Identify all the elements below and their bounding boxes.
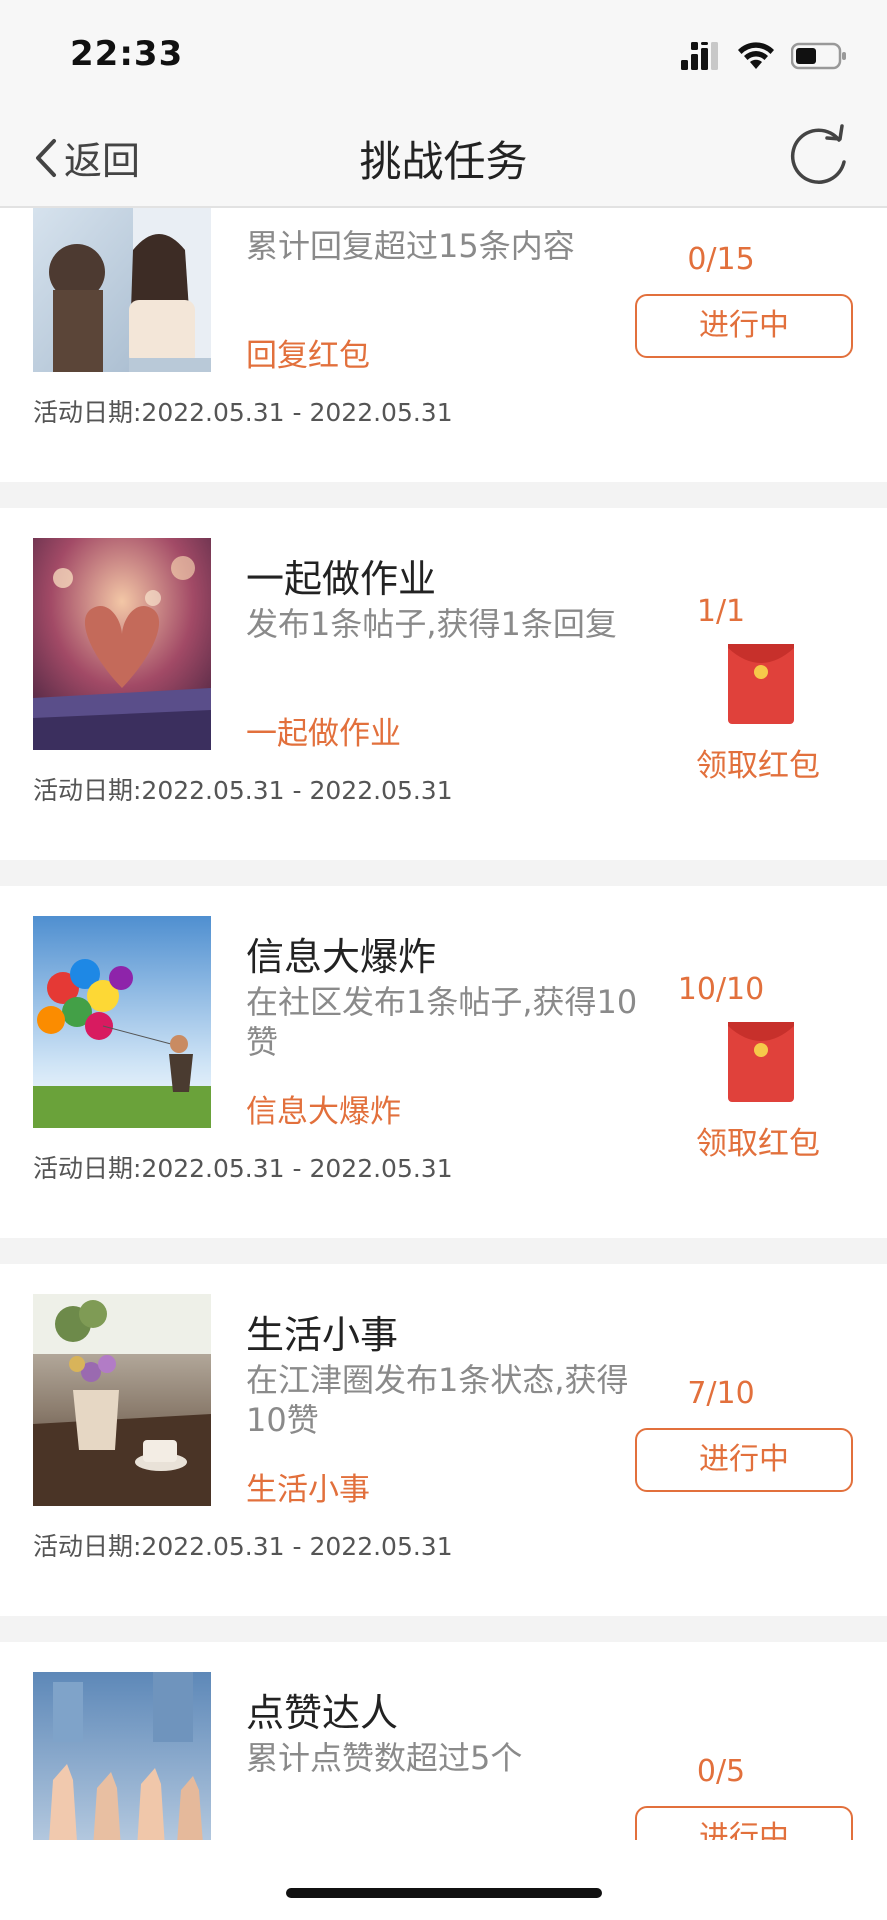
page-title: 挑战任务 (359, 137, 528, 186)
in-progress-button[interactable]: 进行中 (635, 1806, 853, 1840)
task-title: 信息大爆炸 (246, 935, 437, 979)
bottom-safe-area (0, 1840, 887, 1920)
task-card[interactable]: 点赞达人 累计点赞数超过5个 0/5 进行中 (0, 1642, 887, 1840)
task-card[interactable]: 生活小事 在江津圈发布1条状态,获得10赞 生活小事 活动日期:2022.05.… (0, 1264, 887, 1616)
task-desc: 发布1条帖子,获得1条回复 (246, 605, 617, 643)
in-progress-button[interactable]: 进行中 (635, 1428, 853, 1492)
task-image (33, 1672, 211, 1840)
status-bar: 22:33 (0, 0, 887, 100)
cellular-signal-icon (681, 42, 718, 70)
task-desc: 在社区发布1条帖子,获得10赞 (246, 983, 638, 1061)
claim-red-packet-button[interactable]: 领取红包 (683, 740, 833, 785)
task-image (33, 538, 211, 750)
task-card[interactable]: 信息大爆炸 在社区发布1条帖子,获得10赞 信息大爆炸 活动日期:2022.05… (0, 886, 887, 1238)
in-progress-button[interactable]: 进行中 (635, 294, 853, 358)
task-desc: 累计点赞数超过5个 (246, 1739, 523, 1777)
task-image (33, 1294, 211, 1506)
task-title: 点赞达人 (246, 1691, 399, 1735)
task-tag: 信息大爆炸 (246, 1094, 401, 1130)
task-desc: 在江津圈发布1条状态,获得10赞 (246, 1361, 629, 1439)
task-tag: 生活小事 (246, 1472, 370, 1508)
task-desc: 累计回复超过15条内容 (246, 227, 575, 265)
task-card[interactable]: 累计回复超过15条内容 回复红包 活动日期:2022.05.31 - 2022.… (0, 208, 887, 482)
task-tag: 一起做作业 (246, 716, 401, 752)
task-progress: 1/1 (696, 594, 746, 629)
task-date: 活动日期:2022.05.31 - 2022.05.31 (33, 1532, 453, 1561)
status-time: 22:33 (70, 34, 184, 74)
task-image (33, 916, 211, 1128)
task-progress: 10/10 (677, 972, 765, 1007)
task-list: 累计回复超过15条内容 回复红包 活动日期:2022.05.31 - 2022.… (0, 208, 887, 1840)
task-title: 生活小事 (246, 1313, 399, 1357)
task-progress: 0/5 (696, 1754, 746, 1789)
task-progress: 7/10 (687, 1376, 755, 1411)
task-tag: 回复红包 (246, 338, 370, 374)
task-title: 一起做作业 (246, 557, 437, 601)
wifi-icon (738, 42, 774, 69)
home-indicator[interactable] (286, 1888, 602, 1898)
red-packet-icon[interactable] (728, 644, 794, 724)
task-date: 活动日期:2022.05.31 - 2022.05.31 (33, 776, 453, 805)
nav-bar: 返回 挑战任务 (0, 100, 887, 208)
task-image (33, 208, 211, 372)
task-progress: 0/15 (687, 242, 755, 277)
red-packet-icon[interactable] (728, 1022, 794, 1102)
task-date: 活动日期:2022.05.31 - 2022.05.31 (33, 1154, 453, 1183)
task-card[interactable]: 一起做作业 发布1条帖子,获得1条回复 一起做作业 活动日期:2022.05.3… (0, 508, 887, 860)
battery-icon (791, 42, 846, 70)
status-icons (681, 42, 847, 70)
claim-red-packet-button[interactable]: 领取红包 (683, 1118, 833, 1163)
refresh-icon[interactable] (787, 122, 853, 188)
task-date: 活动日期:2022.05.31 - 2022.05.31 (33, 398, 453, 427)
